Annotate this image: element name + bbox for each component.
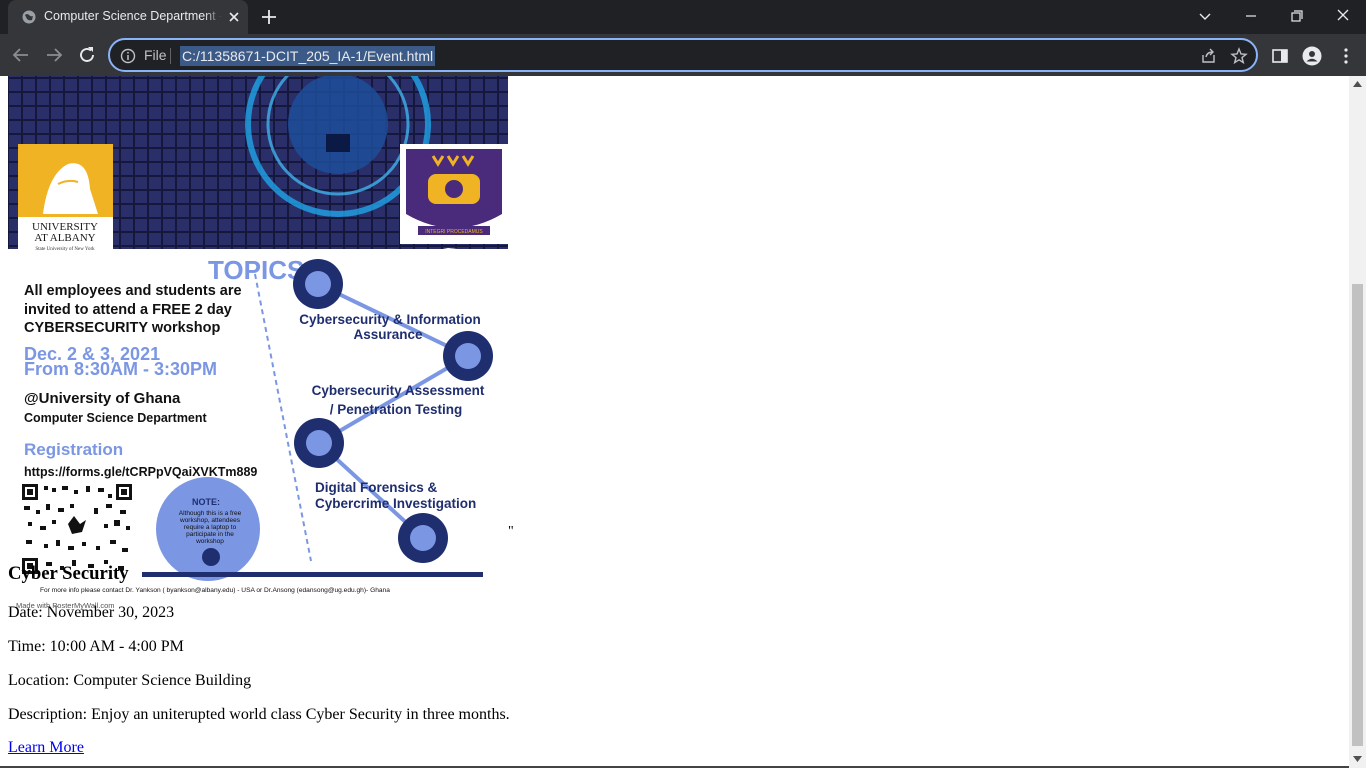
tab-active[interactable]: Computer Science Department - Event — [8, 0, 248, 34]
note-title: NOTE: — [192, 497, 220, 507]
topics-heading: TOPICS — [208, 255, 304, 285]
profile-avatar-icon[interactable] — [1302, 46, 1322, 66]
url-text[interactable]: C:/11358671-DCIT_205_IA-1/Event.html — [180, 46, 436, 66]
scrollbar-thumb[interactable] — [1352, 284, 1363, 746]
topic-1-line-2: Assurance — [353, 327, 423, 342]
note-line-5: workshop — [195, 538, 224, 545]
reload-icon[interactable] — [76, 44, 98, 66]
workshop-times: From 8:30AM - 3:30PM — [24, 359, 217, 379]
qr-code — [22, 484, 134, 574]
info-icon[interactable] — [120, 48, 136, 64]
registration-url: https://forms.gle/tCRPpVQaiXVKTm889 — [24, 465, 257, 479]
note-line-3: require a laptop to — [184, 524, 237, 531]
topic-1-line-1: Cybersecurity & Information — [299, 312, 481, 327]
new-tab-icon[interactable] — [260, 8, 278, 26]
more-menu-icon[interactable] — [1336, 46, 1356, 66]
topic-2-line-1: Cybersecurity Assessment — [312, 383, 485, 398]
poster-baseline — [142, 572, 483, 577]
side-panel-icon[interactable] — [1270, 46, 1290, 66]
bookmark-star-icon[interactable] — [1230, 47, 1248, 65]
browser-toolbar: File C:/11358671-DCIT_205_IA-1/Event.htm… — [0, 34, 1366, 76]
workshop-poster: UNIVERSITY AT ALBANY State University of… — [8, 76, 508, 616]
intro-line-2: invited to attend a FREE 2 day — [24, 302, 232, 318]
tab-title-fade — [204, 6, 222, 28]
ghana-crest-motto: INTEGRI PROCEDAMUS — [425, 229, 483, 235]
note-line-4: participate in the — [186, 531, 234, 538]
restore-icon[interactable] — [1285, 5, 1309, 27]
scroll-up-arrow-icon[interactable] — [1353, 81, 1362, 87]
tab-search-chevron-icon[interactable] — [1193, 5, 1217, 27]
event-date: Date: November 30, 2023 — [8, 604, 175, 621]
topic-2-line-2: / Penetration Testing — [330, 402, 463, 417]
intro-line-1: All employees and students are — [24, 283, 242, 299]
event-time: Time: 10:00 AM - 4:00 PM — [8, 638, 184, 655]
close-window-icon[interactable] — [1331, 5, 1355, 27]
note-line-2: workshop, attendees — [179, 517, 241, 524]
note-line-1: Although this is a free — [179, 510, 242, 517]
globe-icon — [22, 10, 36, 24]
address-bar[interactable]: File C:/11358671-DCIT_205_IA-1/Event.htm… — [108, 38, 1258, 72]
scheme-label: File — [144, 47, 167, 63]
venue: @University of Ghana — [24, 390, 181, 407]
event-title: Cyber Security — [8, 563, 129, 584]
event-location: Location: Computer Science Building — [8, 672, 252, 689]
tab-title: Computer Science Department - Event — [44, 9, 222, 23]
poster-contact-footer: For more info please contact Dr. Yankson… — [40, 587, 390, 594]
address-separator — [170, 48, 171, 64]
page-content: UNIVERSITY AT ALBANY State University of… — [0, 76, 1349, 768]
scroll-down-arrow-icon[interactable] — [1353, 756, 1362, 762]
albany-logo-line3: State University of New York — [35, 247, 95, 252]
topic-3-line-1: Digital Forensics & — [315, 480, 438, 495]
topic-3-line-2: Cybercrime Investigation — [315, 496, 476, 511]
intro-line-3: CYBERSECURITY workshop — [24, 320, 220, 336]
learn-more-link[interactable]: Learn More — [8, 739, 84, 757]
registration-label: Registration — [24, 440, 123, 459]
event-description: Description: Enjoy an uniterupted world … — [8, 706, 510, 723]
forward-arrow-icon[interactable] — [43, 44, 65, 66]
note-badge: NOTE: Although this is a free workshop, … — [156, 477, 260, 581]
tab-strip: Computer Science Department - Event — [0, 0, 1366, 34]
university-of-ghana-crest: INTEGRI PROCEDAMUS — [400, 144, 508, 244]
university-at-albany-logo: UNIVERSITY AT ALBANY State University of… — [18, 144, 113, 254]
close-tab-icon[interactable] — [226, 9, 242, 25]
back-arrow-icon[interactable] — [10, 44, 32, 66]
minimize-icon[interactable] — [1239, 5, 1263, 27]
albany-logo-line2: AT ALBANY — [34, 232, 95, 244]
venue-department: Computer Science Department — [24, 411, 208, 425]
share-icon[interactable] — [1200, 47, 1218, 65]
stray-quote-text: " — [508, 524, 514, 539]
vertical-scrollbar[interactable] — [1349, 76, 1366, 768]
